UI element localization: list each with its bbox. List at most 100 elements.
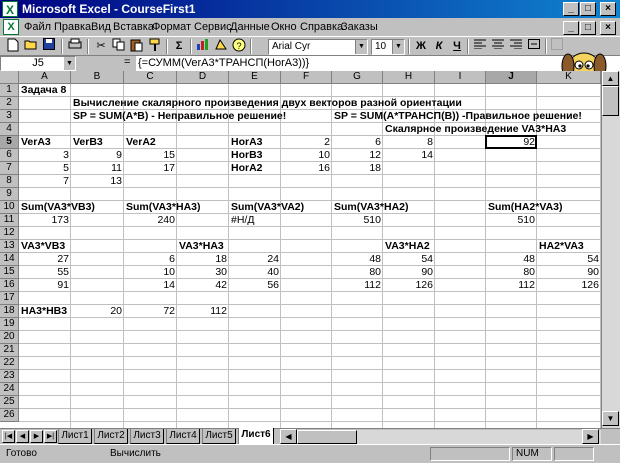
column-header-i[interactable]: I <box>435 71 486 84</box>
cell-c6[interactable]: 15 <box>124 149 177 161</box>
font-size-combo[interactable]: 10 ▼ <box>371 39 405 55</box>
cell-j16[interactable]: 112 <box>486 279 537 291</box>
menu-window[interactable]: Окно <box>271 21 297 33</box>
align-left-icon[interactable] <box>471 38 489 55</box>
chevron-down-icon[interactable]: ▼ <box>64 57 75 70</box>
name-box[interactable]: J5 ▼ <box>0 56 76 71</box>
cell-h16[interactable]: 126 <box>383 279 435 291</box>
cell-g7[interactable]: 18 <box>332 162 383 174</box>
scroll-up-icon[interactable]: ▲ <box>602 71 619 86</box>
column-header-e[interactable]: E <box>229 71 281 84</box>
cell-b3[interactable]: SP = SUM(A*B) - Неправильное решение! <box>71 110 288 122</box>
row-header-22[interactable]: 22 <box>0 357 19 370</box>
row-header-8[interactable]: 8 <box>0 175 19 188</box>
first-sheet-icon[interactable]: |◀ <box>2 430 15 443</box>
cell-c5[interactable]: VerA2 <box>124 136 158 148</box>
chart-wizard-icon[interactable] <box>194 38 212 55</box>
cell-c11[interactable]: 240 <box>124 214 177 226</box>
cell-h6[interactable]: 14 <box>383 149 435 161</box>
row-header-5[interactable]: 5 <box>0 136 19 149</box>
column-header-b[interactable]: B <box>71 71 124 84</box>
cell-e6[interactable]: HorB3 <box>229 149 265 161</box>
cell-c16[interactable]: 14 <box>124 279 177 291</box>
cell-e15[interactable]: 40 <box>229 266 281 278</box>
cell-g3[interactable]: SP = SUM(A*ТРАНСП(B)) -Правильное решени… <box>332 110 584 122</box>
menu-view[interactable]: Вид <box>91 21 111 33</box>
sheet-tab-4[interactable]: Лист4 <box>166 429 200 444</box>
align-center-icon[interactable] <box>489 38 507 55</box>
horizontal-scroll-thumb[interactable] <box>297 430 357 444</box>
equals-sign[interactable]: = <box>124 56 130 68</box>
cell-a13[interactable]: VA3*VB3 <box>19 240 67 252</box>
sheet-tab-3[interactable]: Лист3 <box>130 429 164 444</box>
cell-a15[interactable]: 55 <box>19 266 71 278</box>
drawing-icon[interactable] <box>212 38 230 55</box>
cell-c15[interactable]: 10 <box>124 266 177 278</box>
cell-g14[interactable]: 48 <box>332 253 383 265</box>
column-header-j[interactable]: J <box>486 71 537 84</box>
print-icon[interactable] <box>66 38 84 55</box>
cell-e11[interactable]: #Н/Д <box>229 214 256 226</box>
paste-icon[interactable] <box>128 38 146 55</box>
row-header-11[interactable]: 11 <box>0 214 19 227</box>
cell-j15[interactable]: 80 <box>486 266 537 278</box>
cell-b5[interactable]: VerB3 <box>71 136 105 148</box>
save-icon[interactable] <box>40 38 58 55</box>
cell-j10[interactable]: Sum(HA2*VA3) <box>486 201 564 213</box>
cut-icon[interactable]: ✂ <box>92 38 110 55</box>
cell-a7[interactable]: 5 <box>19 162 71 174</box>
cell-h5[interactable]: 8 <box>383 136 435 148</box>
cell-k13[interactable]: HA2*VA3 <box>537 240 586 252</box>
cell-h14[interactable]: 54 <box>383 253 435 265</box>
cell-e16[interactable]: 56 <box>229 279 281 291</box>
cell-e10[interactable]: Sum(VA3*VA2) <box>229 201 306 213</box>
cell-a6[interactable]: 3 <box>19 149 71 161</box>
row-header-15[interactable]: 15 <box>0 266 19 279</box>
row-header-12[interactable]: 12 <box>0 227 19 240</box>
cell-k15[interactable]: 90 <box>537 266 601 278</box>
row-header-1[interactable]: 1 <box>0 84 19 97</box>
cell-a16[interactable]: 91 <box>19 279 71 291</box>
cell-c10[interactable]: Sum(VA3*HA3) <box>124 201 202 213</box>
format-painter-icon[interactable] <box>146 38 164 55</box>
doc-close-button[interactable]: × <box>600 21 616 35</box>
new-icon[interactable] <box>4 38 22 55</box>
maximize-button[interactable]: □ <box>580 2 596 16</box>
row-header-18[interactable]: 18 <box>0 305 19 318</box>
menu-insert[interactable]: Вставка <box>113 21 154 33</box>
row-header-2[interactable]: 2 <box>0 97 19 110</box>
help-icon[interactable]: ? <box>230 38 248 55</box>
cell-g10[interactable]: Sum(VA3*HA2) <box>332 201 410 213</box>
row-header-13[interactable]: 13 <box>0 240 19 253</box>
column-header-h[interactable]: H <box>383 71 435 84</box>
cell-d16[interactable]: 42 <box>177 279 229 291</box>
row-header-10[interactable]: 10 <box>0 201 19 214</box>
cell-j11[interactable]: 510 <box>486 214 537 226</box>
column-header-d[interactable]: D <box>177 71 229 84</box>
cell-f5[interactable]: 2 <box>281 136 332 148</box>
chevron-down-icon[interactable]: ▼ <box>392 40 404 54</box>
cell-b7[interactable]: 11 <box>71 162 124 174</box>
italic-button[interactable]: К <box>430 38 448 55</box>
menu-data[interactable]: Данные <box>230 21 270 33</box>
bold-button[interactable]: Ж <box>412 38 430 55</box>
cell-g5[interactable]: 6 <box>332 136 383 148</box>
vertical-scroll-thumb[interactable] <box>602 86 619 116</box>
cell-a14[interactable]: 27 <box>19 253 71 265</box>
sheet-tab-2[interactable]: Лист2 <box>94 429 128 444</box>
cell-a10[interactable]: Sum(VA3*VB3) <box>19 201 97 213</box>
row-header-24[interactable]: 24 <box>0 383 19 396</box>
excel-icon[interactable]: X <box>2 1 18 17</box>
menu-help[interactable]: Справка <box>300 21 343 33</box>
spreadsheet-grid[interactable]: ABCDEFGHIJK 1 2 3 4 5 6 7 8 9 10 11 12 13 14 15 16 17 18 1… <box>0 71 601 428</box>
cell-c18[interactable]: 72 <box>124 305 177 317</box>
menu-format[interactable]: Формат <box>152 21 191 33</box>
row-header-17[interactable]: 17 <box>0 292 19 305</box>
cell-k14[interactable]: 54 <box>537 253 601 265</box>
cell-c7[interactable]: 17 <box>124 162 177 174</box>
next-sheet-icon[interactable]: ▶ <box>30 430 43 443</box>
font-name-combo[interactable]: Arial Cyr ▼ <box>268 39 368 55</box>
column-header-f[interactable]: F <box>281 71 332 84</box>
last-sheet-icon[interactable]: ▶| <box>44 430 57 443</box>
open-icon[interactable] <box>22 38 40 55</box>
